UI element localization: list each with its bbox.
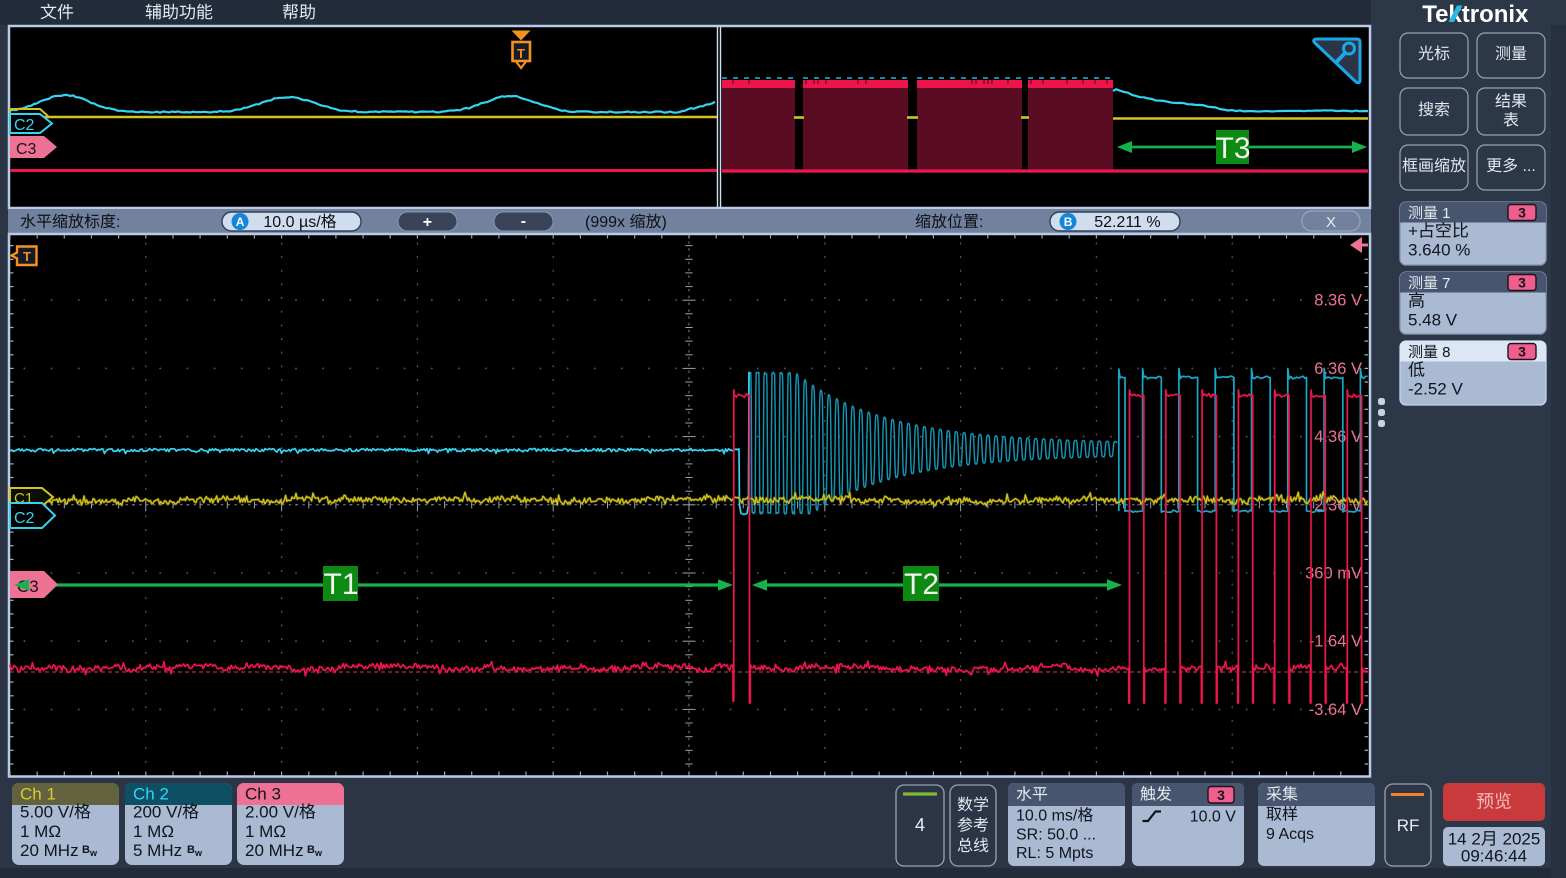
svg-text:20 MHz: 20 MHz [245,841,304,860]
svg-text::: : [116,214,120,231]
svg-text:3: 3 [1518,275,1526,291]
svg-text:A: A [236,215,245,229]
svg-text:1 MΩ: 1 MΩ [20,822,61,841]
svg-text:360 mV: 360 mV [1305,565,1362,583]
svg-text:2.00 V/: 2.00 V/ [245,803,299,822]
svg-text:Ch 1: Ch 1 [20,785,56,804]
svg-text:Ch 2: Ch 2 [133,785,169,804]
svg-text:20 MHz: 20 MHz [20,841,79,860]
svg-text:3: 3 [1518,205,1526,221]
svg-text:3: 3 [1217,787,1225,803]
svg-text:7: 7 [1438,275,1451,292]
svg-text:T: T [23,249,31,264]
svg-text:B: B [1064,215,1073,229]
svg-text:w: w [89,848,98,858]
svg-text:T: T [517,46,525,61]
svg-text:w: w [314,848,323,858]
svg-text:5.48 V: 5.48 V [1408,311,1458,330]
svg-text:-1.64 V: -1.64 V [1309,633,1362,651]
svg-text:B: B [187,844,195,856]
svg-text:B: B [82,844,90,856]
svg-text:): ) [662,214,667,231]
svg-text:10.0 V: 10.0 V [1190,809,1237,826]
svg-text:C2: C2 [14,117,35,134]
svg-text:C3: C3 [16,141,37,158]
svg-text:w: w [194,848,203,858]
svg-text:+: + [1408,222,1418,241]
svg-text:SR: 50.0 ...: SR: 50.0 ... [1016,827,1096,844]
svg-text::: : [979,214,983,231]
svg-text:1: 1 [1438,205,1451,222]
svg-text:52.211 %: 52.211 % [1094,214,1160,231]
svg-text:8: 8 [1438,344,1451,361]
svg-text:RF: RF [1397,816,1420,835]
svg-text:10.0 ms/: 10.0 ms/ [1016,808,1078,825]
svg-text:6.36 V: 6.36 V [1314,360,1362,378]
svg-text:4: 4 [915,815,925,835]
svg-text:5 MHz: 5 MHz [133,841,182,860]
svg-text:-: - [521,213,526,230]
svg-text:3.640 %: 3.640 % [1408,241,1470,260]
svg-text:T3: T3 [1216,132,1251,165]
svg-text:9 Acqs: 9 Acqs [1266,826,1314,843]
svg-text:1 MΩ: 1 MΩ [133,822,174,841]
svg-text:+: + [423,214,432,231]
svg-text:Tektronix: Tektronix [1422,1,1529,28]
svg-text:09:46:44: 09:46:44 [1461,847,1527,866]
svg-text:...: ... [1518,158,1536,175]
svg-text:8.36 V: 8.36 V [1314,292,1362,310]
svg-text:4.36 V: 4.36 V [1314,428,1362,446]
svg-text:X: X [1326,214,1336,231]
svg-text:RL: 5 Mpts: RL: 5 Mpts [1016,845,1093,862]
svg-text:10.0 µs/: 10.0 µs/ [263,214,321,231]
svg-text:(999x: (999x [585,214,629,231]
svg-text:3: 3 [1518,344,1526,360]
svg-text:1 MΩ: 1 MΩ [245,822,286,841]
svg-text:T2: T2 [904,568,939,601]
svg-text:Ch 3: Ch 3 [245,785,281,804]
svg-text:200 V/: 200 V/ [133,803,182,822]
svg-text:-2.52 V: -2.52 V [1408,380,1463,399]
svg-text:B: B [307,844,315,856]
svg-text:C2: C2 [14,510,35,527]
svg-text:-3.64 V: -3.64 V [1309,701,1362,719]
svg-text:5.00 V/: 5.00 V/ [20,803,74,822]
svg-text:T1: T1 [324,568,359,601]
